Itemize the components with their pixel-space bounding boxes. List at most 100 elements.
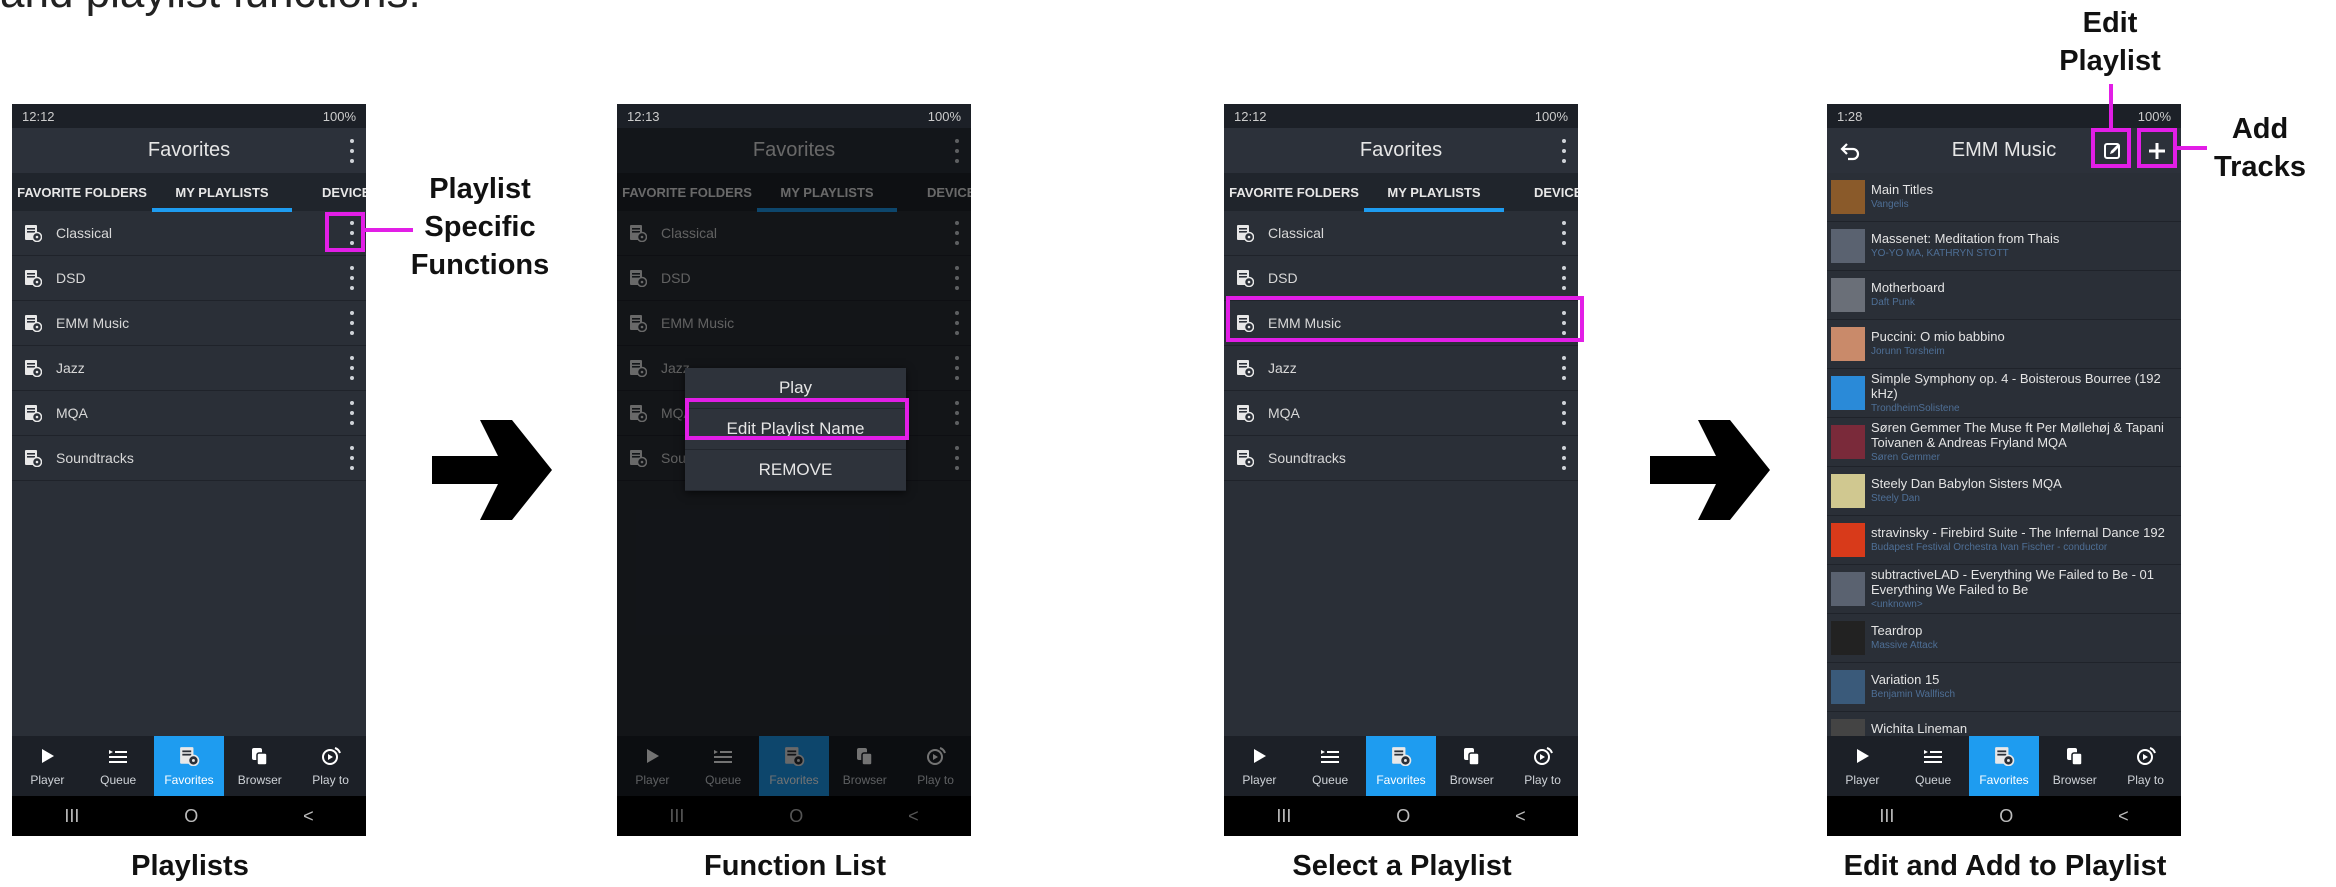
playlist-name: MQA — [56, 405, 88, 421]
recents-icon[interactable]: III — [64, 806, 79, 827]
phone-function-list: 12:13100% Favorites FAVORITE FOLDERS MY … — [617, 104, 971, 836]
tab-device[interactable]: DEVICE F — [292, 185, 366, 200]
playlist-row[interactable]: MQA — [12, 391, 366, 436]
tab-device[interactable]: DEVICE F — [1504, 185, 1578, 200]
back-nav-icon[interactable]: < — [2118, 806, 2129, 827]
nav-label: Queue — [100, 772, 137, 787]
playlist-menu-icon[interactable] — [350, 446, 354, 470]
playlist-menu-icon[interactable] — [1562, 446, 1566, 470]
favorites-icon — [178, 746, 200, 769]
track-title: Teardrop — [1871, 623, 1923, 638]
playlist-row[interactable]: EMM Music — [12, 301, 366, 346]
playlist-icon — [24, 449, 42, 467]
nav-play-to[interactable]: Play to — [1507, 736, 1578, 796]
playlist-name: MQA — [1268, 405, 1300, 421]
nav-player[interactable]: Player — [1827, 736, 1898, 796]
playlist-name: Classical — [56, 225, 113, 241]
menu-remove[interactable]: REMOVE — [685, 450, 906, 491]
playlist-name: EMM Music — [56, 315, 130, 331]
album-art — [1831, 425, 1865, 459]
album-art — [1831, 229, 1865, 263]
track-row[interactable]: Steely Dan Babylon Sisters MQA Steely Dan — [1827, 467, 2181, 516]
home-icon[interactable]: O — [1396, 806, 1410, 827]
playlist-menu-icon[interactable] — [1562, 356, 1566, 380]
track-row[interactable]: Puccini: O mio babbino Jorunn Torsheim — [1827, 320, 2181, 369]
phone-select-playlist: 12:12 100% Favorites FAVORITE FOLDERS MY … — [1224, 104, 1578, 836]
recents-icon[interactable]: III — [1276, 806, 1291, 827]
playlist-menu-icon[interactable] — [1562, 266, 1566, 290]
page-title: Favorites — [1359, 139, 1443, 161]
playlist-menu-icon[interactable] — [350, 266, 354, 290]
overflow-menu-icon[interactable] — [1562, 139, 1566, 163]
playlist-icon — [24, 404, 42, 422]
playlist-menu-icon[interactable] — [350, 311, 354, 335]
nav-play-to[interactable]: Play to — [2110, 736, 2181, 796]
track-row[interactable]: Teardrop Massive Attack — [1827, 614, 2181, 663]
back-nav-icon[interactable]: < — [303, 806, 314, 827]
queue-icon — [107, 746, 129, 769]
intro-text: and playlist functions. — [0, 0, 421, 18]
track-artist: Jorunn Torsheim — [1871, 346, 1945, 357]
tab-favorite-folders[interactable]: FAVORITE FOLDERS — [1224, 185, 1364, 200]
playlist-row[interactable]: Soundtracks — [12, 436, 366, 481]
track-row[interactable]: Søren Gemmer The Muse ft Per Møllehøj & … — [1827, 418, 2181, 467]
playlist-row[interactable]: Jazz — [12, 346, 366, 391]
track-row[interactable]: Massenet: Meditation from Thais YO-YO MA,… — [1827, 222, 2181, 271]
track-artist: Vangelis — [1871, 199, 1909, 210]
nav-label: Queue — [1915, 772, 1952, 787]
playlist-row[interactable]: MQA — [1224, 391, 1578, 436]
track-row[interactable]: stravinsky - Firebird Suite - The Infern… — [1827, 516, 2181, 565]
caption-select-playlist: Select a Playlist — [1292, 850, 1512, 882]
status-bar: 12:13 100% — [617, 104, 971, 128]
playlist-menu-icon[interactable] — [1562, 401, 1566, 425]
track-row[interactable]: Variation 15 Benjamin Wallfisch — [1827, 663, 2181, 712]
annotation-playlist-specific: Playlist Specific Functions — [410, 173, 550, 281]
home-icon[interactable]: O — [1999, 806, 2013, 827]
nav-label: Favorites — [164, 772, 214, 787]
header: Favorites — [1224, 128, 1578, 173]
playlist-row[interactable]: DSD — [1224, 256, 1578, 301]
recents-icon[interactable]: III — [1879, 806, 1894, 827]
nav-label: Browser — [1449, 772, 1494, 787]
nav-queue[interactable]: Queue — [1898, 736, 1969, 796]
track-row[interactable]: Main Titles Vangelis — [1827, 173, 2181, 222]
album-art — [1831, 572, 1865, 606]
nav-favorites[interactable]: Favorites — [1365, 736, 1437, 796]
playlist-menu-icon[interactable] — [350, 356, 354, 380]
nav-player[interactable]: Player — [1224, 736, 1295, 796]
playlist-menu-icon[interactable] — [1562, 221, 1566, 245]
nav-browser[interactable]: Browser — [2039, 736, 2110, 796]
favorites-icon — [1993, 746, 2015, 769]
track-title: Massenet: Meditation from Thais — [1871, 231, 2060, 246]
nav-favorites[interactable]: Favorites — [1968, 736, 2040, 796]
playlist-row[interactable]: Soundtracks — [1224, 436, 1578, 481]
caption-function-list: Function List — [703, 850, 887, 882]
nav-browser[interactable]: Browser — [224, 736, 295, 796]
home-icon[interactable]: O — [184, 806, 198, 827]
playlist-menu-icon[interactable] — [350, 401, 354, 425]
track-row[interactable]: Motherboard Daft Punk — [1827, 271, 2181, 320]
tab-my-playlists[interactable]: MY PLAYLISTS — [152, 185, 292, 212]
track-title: Puccini: O mio babbino — [1871, 329, 2005, 344]
nav-player[interactable]: Player — [12, 736, 83, 796]
tab-favorite-folders[interactable]: FAVORITE FOLDERS — [12, 185, 152, 200]
nav-browser[interactable]: Browser — [1436, 736, 1507, 796]
nav-queue[interactable]: Queue — [83, 736, 154, 796]
nav-play-to[interactable]: Play to — [295, 736, 366, 796]
nav-queue[interactable]: Queue — [1295, 736, 1366, 796]
track-row[interactable]: Simple Symphony op. 4 - Boisterous Bourr… — [1827, 369, 2181, 418]
status-time: 12:13 — [627, 108, 660, 124]
track-row[interactable]: subtractiveLAD - Everything We Failed to… — [1827, 565, 2181, 614]
playlist-row[interactable]: Classical — [1224, 211, 1578, 256]
tab-my-playlists[interactable]: MY PLAYLISTS — [1364, 185, 1504, 212]
playlist-row[interactable]: DSD — [12, 256, 366, 301]
nav-favorites[interactable]: Favorites — [153, 736, 225, 796]
overflow-menu-icon[interactable] — [350, 139, 354, 163]
status-battery: 100% — [1534, 108, 1568, 124]
back-icon[interactable] — [1839, 140, 1861, 162]
back-nav-icon[interactable]: < — [1515, 806, 1526, 827]
track-title: stravinsky - Firebird Suite - The Infern… — [1871, 525, 2165, 540]
playlist-row[interactable]: Classical — [12, 211, 366, 256]
album-art — [1831, 327, 1865, 361]
playlist-row[interactable]: Jazz — [1224, 346, 1578, 391]
